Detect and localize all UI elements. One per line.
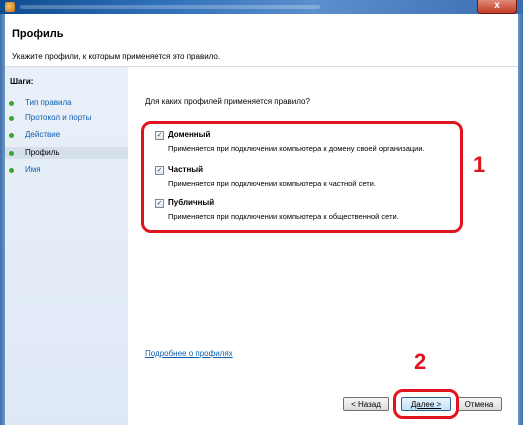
window-frame-right (518, 14, 523, 425)
step-protocol-ports[interactable]: Протокол и порты (5, 112, 128, 124)
page-title: Профиль (12, 28, 64, 40)
step-label: Действие (25, 130, 61, 139)
window-title-blurred (20, 5, 320, 9)
step-label: Профиль (25, 148, 60, 157)
close-button[interactable]: x (477, 0, 517, 14)
step-bullet-icon (9, 116, 14, 121)
step-name[interactable]: Имя (5, 164, 128, 176)
step-label: Имя (25, 165, 41, 174)
cancel-button[interactable]: Отмена (456, 397, 502, 411)
profiles-help-link[interactable]: Подробнее о профилях (145, 349, 233, 358)
step-marker-2: 2 (414, 349, 427, 374)
step-rule-type[interactable]: Тип правила (5, 97, 128, 109)
step-bullet-icon (9, 101, 14, 106)
step-label: Тип правила (25, 98, 72, 107)
step-bullet-icon (9, 151, 14, 156)
step-marker-1: 1 (473, 152, 486, 177)
profiles-highlight-box (141, 121, 463, 233)
profiles-question: Для каких профилей применяется правило? (145, 97, 310, 106)
step-bullet-icon (9, 133, 14, 138)
wizard-header: Профиль Укажите профили, к которым приме… (5, 14, 518, 67)
step-action[interactable]: Действие (5, 129, 128, 141)
next-button-highlight-box (393, 389, 459, 419)
window-titlebar[interactable]: x (0, 0, 523, 14)
steps-heading: Шаги: (10, 77, 34, 86)
firewall-app-icon (5, 2, 15, 12)
step-bullet-icon (9, 168, 14, 173)
back-button[interactable]: < Назад (343, 397, 389, 411)
step-profile[interactable]: Профиль (5, 147, 128, 159)
page-subtitle: Укажите профили, к которым применяется э… (12, 52, 221, 61)
steps-sidebar: Шаги: Тип правила Протокол и порты Дейст… (5, 67, 128, 425)
step-label: Протокол и порты (25, 113, 92, 122)
